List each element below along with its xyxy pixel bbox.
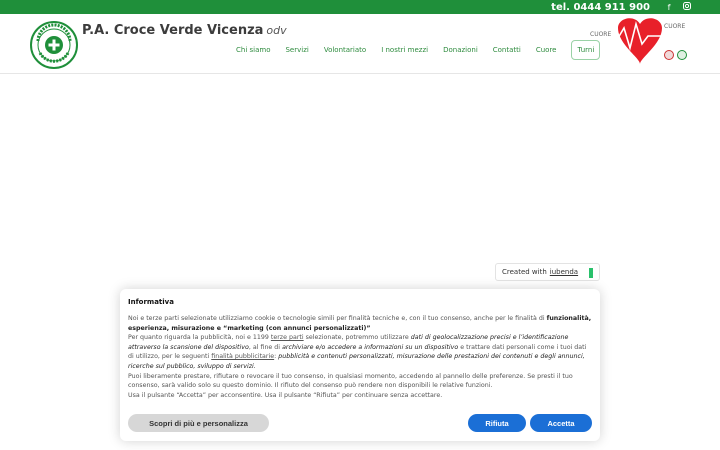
banner-word-left: CUORE [590,31,611,38]
banner-word-right: CUORE [664,23,685,30]
red-cross-badge-icon [664,50,674,60]
consent-paragraph-1: Noi e terze parti selezionate utilizziam… [128,314,592,333]
consent-paragraph-4: Usa il pulsante “Accetta” per acconsenti… [128,391,443,399]
consent-p1-text: Noi e terze parti selezionate utilizziam… [128,315,547,322]
site-title-suffix: odv [266,24,287,37]
consent-p2-storage: archiviare e/o accedere a informazioni s… [282,343,459,351]
site-title[interactable]: P.A. Croce Verde Vicenza odv [82,23,287,38]
nav-volontariato[interactable]: Volontariato [324,46,366,54]
iubenda-created-with: Created with [502,268,547,276]
nav-donazioni[interactable]: Donazioni [443,46,478,54]
accept-button[interactable]: Accetta [530,414,592,432]
nav-contatti[interactable]: Contatti [493,46,521,54]
consent-p2-text-d: , al fine di [248,343,283,351]
nav-chi-siamo[interactable]: Chi siamo [236,46,270,54]
advertising-purposes-link[interactable]: finalità pubblicitarie [211,353,274,360]
main-nav: Chi siamo Servizi Volontariato I nostri … [236,40,601,60]
nav-servizi[interactable]: Servizi [285,46,308,54]
consent-p2-text-a: Per quanto riguarda la pubblicità, noi e… [128,334,271,342]
partner-badges [664,50,687,60]
iubenda-link[interactable]: iubenda [550,268,578,276]
site-header: P.A. Croce Verde Vicenza odv Chi siamo Se… [0,14,720,74]
consent-title: Informativa [128,298,174,306]
cuore-heart-banner[interactable]: CUORE CUORE [588,14,692,76]
green-cross-badge-icon [677,50,687,60]
nav-nostri-mezzi[interactable]: I nostri mezzi [381,46,428,54]
reject-button[interactable]: Rifiuta [468,414,526,432]
phone-number[interactable]: tel. 0444 911 900 [551,2,650,13]
iubenda-logo-icon [589,268,593,278]
consent-paragraph-2: Per quanto riguarda la pubblicità, noi e… [128,333,592,371]
consent-paragraph-3: Puoi liberamente prestare, rifiutare o r… [128,372,573,390]
top-bar: tel. 0444 911 900 f [0,0,720,14]
cookie-consent-banner: Informativa Noi e terze parti selezionat… [120,289,600,441]
third-parties-link[interactable]: terze parti [271,334,304,341]
croce-verde-logo[interactable] [30,21,78,69]
nav-cuore[interactable]: Cuore [536,46,557,54]
consent-p2-text-b: selezionate, potremmo utilizzare [303,334,411,342]
learn-more-customize-button[interactable]: Scopri di più e personalizza [128,414,269,432]
site-title-text: P.A. Croce Verde Vicenza [82,23,264,38]
facebook-icon[interactable]: f [664,3,674,12]
iubenda-badge[interactable]: Created with iubenda [495,263,600,281]
instagram-icon[interactable] [682,2,692,12]
